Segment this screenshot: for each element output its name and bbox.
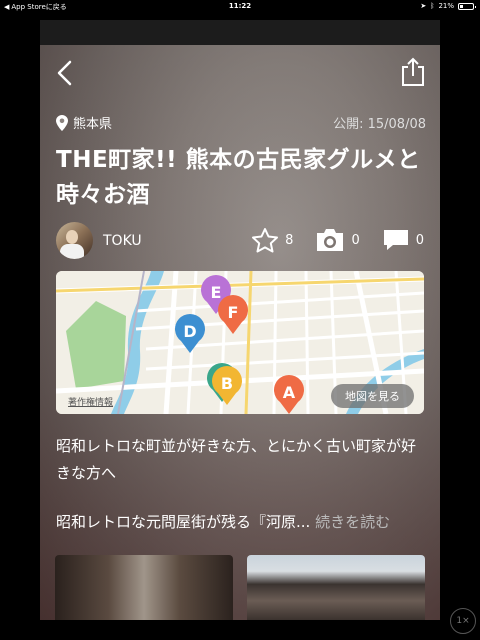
map-pin-a[interactable]: A [272, 375, 306, 414]
comment-button[interactable]: 0 [382, 228, 424, 252]
map-pin-icon: D [175, 314, 205, 353]
map-pin-d[interactable]: D [173, 314, 207, 358]
location-arrow-icon: ➤ [420, 2, 427, 10]
article-meta: 熊本県 公開: 15/08/08 [56, 113, 426, 132]
read-more-link[interactable]: 続きを読む [315, 513, 390, 531]
camera-icon [317, 229, 344, 251]
like-button[interactable]: 8 [251, 227, 293, 253]
share-button[interactable] [400, 57, 426, 87]
bluetooth-icon: ᛒ [430, 2, 435, 10]
map-pin-f[interactable]: F [216, 295, 250, 339]
article-card: 熊本県 公開: 15/08/08 THE町家!! 熊本の古民家グルメと時々お酒 … [40, 45, 440, 620]
comment-count: 0 [415, 232, 424, 248]
battery-percent: 21% [438, 2, 454, 10]
map-pin-icon: A [274, 375, 304, 414]
article-excerpt: 昭和レトロな元問屋街が残る『河原... 続きを読む [56, 511, 428, 533]
like-count: 8 [285, 232, 294, 248]
article-stats: 8 0 0 [251, 227, 424, 253]
pin-label: A [283, 383, 296, 402]
publish-date: 公開: 15/08/08 [333, 117, 426, 132]
map-pin-icon: B [212, 366, 242, 405]
photo-thumbnail[interactable] [55, 555, 233, 620]
excerpt-text: 昭和レトロな元問屋街が残る『河原... [56, 513, 311, 531]
status-indicators: ➤ ᛒ 21% [420, 2, 476, 10]
location-pin-icon [56, 114, 68, 131]
avatar-face [66, 230, 78, 244]
pin-label: D [183, 322, 196, 341]
status-bar: ◀ App Storeに戻る 11:22 ➤ ᛒ 21% [0, 0, 480, 14]
location: 熊本県 [56, 113, 112, 132]
map-copyright-link[interactable]: 著作権情報 [68, 395, 113, 408]
photo-count: 0 [351, 232, 360, 248]
article-title: THE町家!! 熊本の古民家グルメと時々お酒 [56, 147, 421, 208]
back-button[interactable] [54, 59, 76, 87]
photo-button[interactable]: 0 [315, 228, 360, 252]
pin-label: F [228, 303, 239, 322]
comment-icon [383, 230, 408, 250]
avatar-body [60, 244, 84, 259]
share-icon [402, 57, 424, 86]
map-pin-icon: F [218, 295, 248, 334]
battery-icon [458, 2, 476, 10]
star-icon [252, 228, 279, 253]
photo-thumbnail[interactable] [247, 555, 425, 620]
clock: 11:22 [228, 2, 252, 10]
chevron-left-icon [57, 60, 72, 86]
zoom-button[interactable]: 1× [450, 608, 476, 634]
map-pin-b[interactable]: B [210, 366, 244, 410]
avatar[interactable] [56, 222, 93, 259]
pin-label: B [221, 374, 233, 393]
map-preview[interactable]: E F D B A 著作権情報 地図を見る [56, 271, 424, 414]
header-strip [40, 20, 440, 45]
location-label: 熊本県 [73, 117, 113, 132]
author-name[interactable]: TOKU [103, 233, 142, 249]
view-map-button[interactable]: 地図を見る [331, 384, 414, 408]
author[interactable]: TOKU [56, 222, 142, 259]
article-description: 昭和レトロな町並が好きな方、とにかく古い町家が好きな方へ [56, 437, 417, 482]
